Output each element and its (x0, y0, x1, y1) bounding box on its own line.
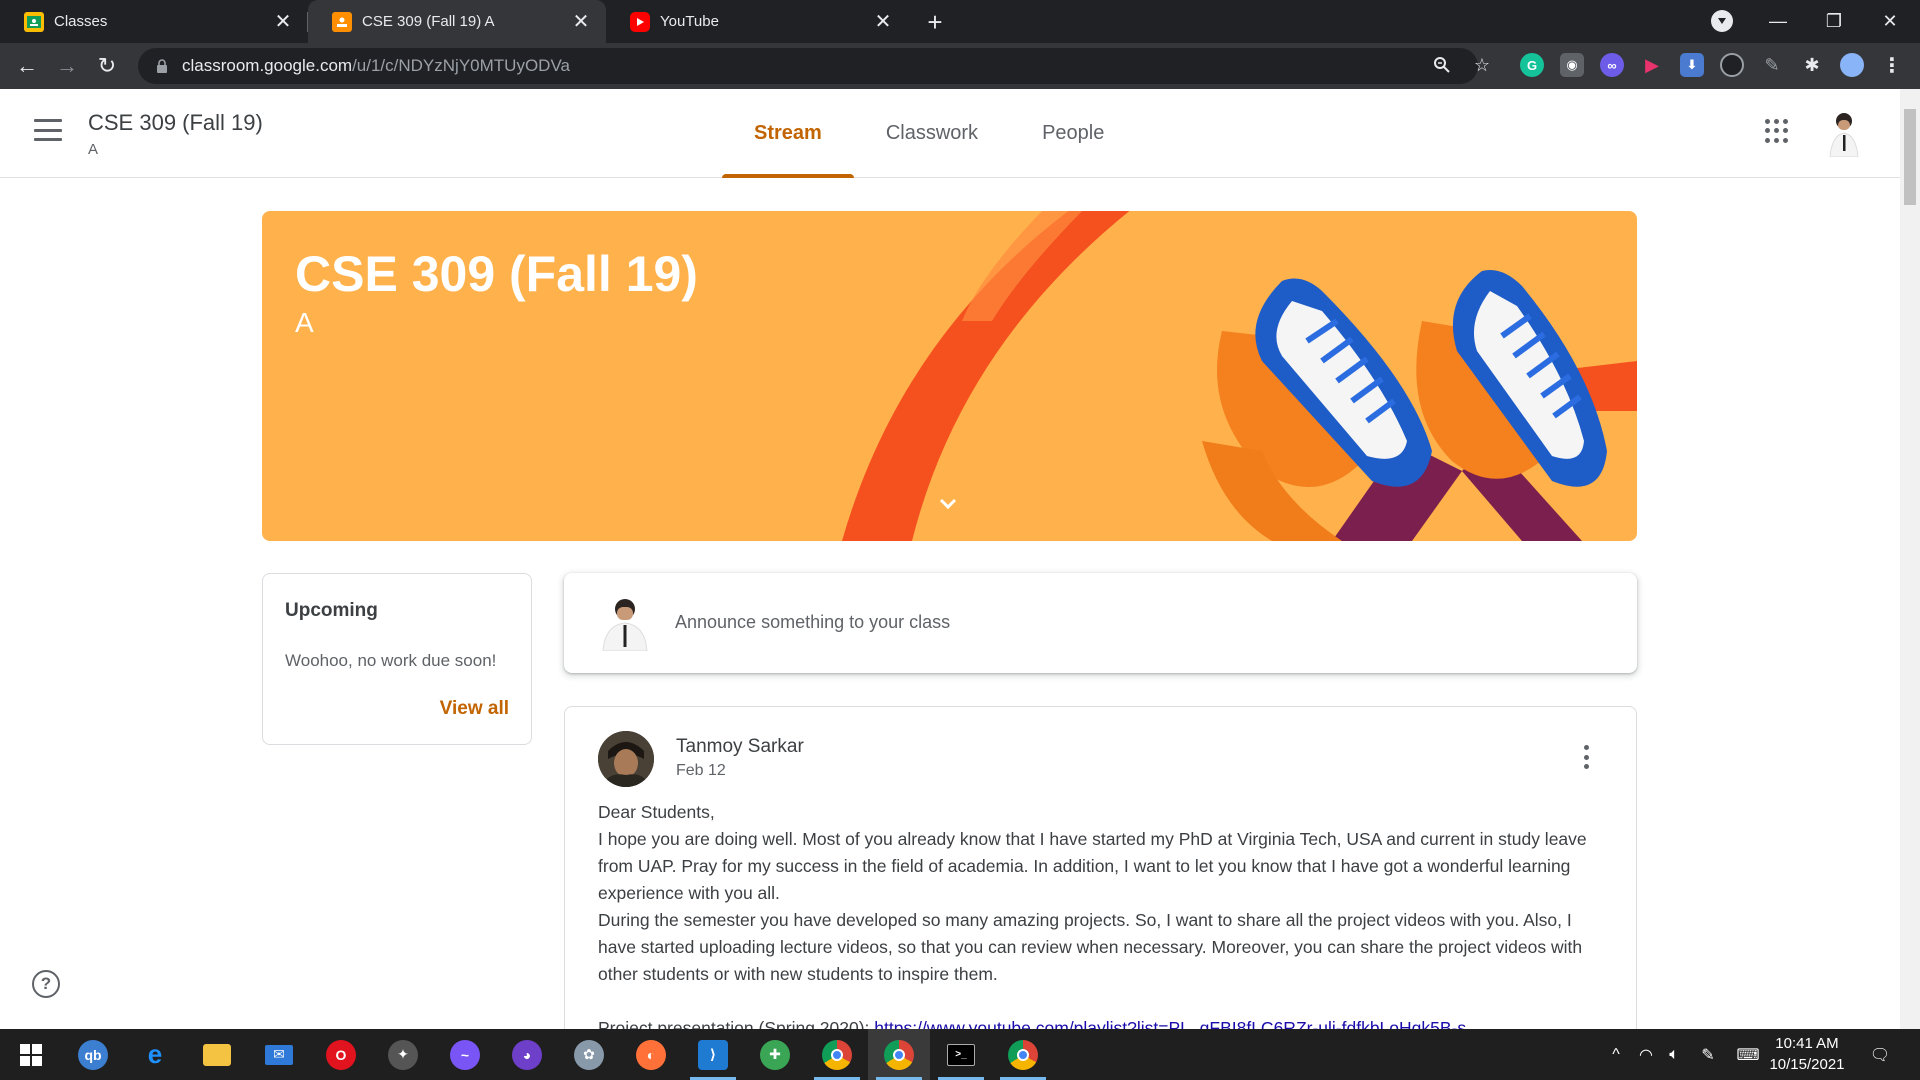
chevron-down-icon[interactable] (936, 491, 960, 515)
clock-time: 10:41 AM (1775, 1035, 1839, 1052)
browser-tab-cse309[interactable]: CSE 309 (Fall 19) A ✕ (308, 0, 606, 43)
post-date: Feb 12 (676, 762, 726, 779)
upcoming-card: Upcoming Woohoo, no work due soon! View … (262, 573, 532, 745)
zoom-icon[interactable] (1428, 51, 1456, 79)
pen-icon[interactable]: ✎ (1694, 1029, 1722, 1080)
qbittorrent-icon[interactable]: qb (62, 1029, 124, 1080)
messenger-icon[interactable]: ~ (434, 1029, 496, 1080)
banner-class-title: CSE 309 (Fall 19) (295, 246, 698, 302)
google-classroom-icon (332, 11, 352, 32)
help-icon[interactable]: ? (32, 970, 60, 998)
opera-icon[interactable]: O (310, 1029, 372, 1080)
new-tab-icon[interactable]: + (920, 7, 950, 37)
vscode-icon[interactable]: ⟩ (682, 1029, 744, 1080)
post-paragraph: I hope you are doing well. Most of you a… (598, 829, 1587, 903)
app-icon[interactable]: ✿ (558, 1029, 620, 1080)
reload-icon[interactable]: ↻ (92, 51, 122, 81)
camera-extension-icon[interactable]: ◉ (1560, 53, 1584, 77)
upcoming-empty-text: Woohoo, no work due soon! (285, 651, 497, 670)
download-extension-icon[interactable]: ⬇ (1680, 53, 1704, 77)
close-tab-icon[interactable]: ✕ (872, 11, 894, 33)
browser-tab-strip: Classes ✕ CSE 309 (Fall 19) A ✕ YouTube … (0, 0, 1920, 43)
app-icon[interactable]: ✦ (372, 1029, 434, 1080)
bookmark-star-icon[interactable]: ☆ (1468, 51, 1496, 79)
edge-icon[interactable]: e (124, 1029, 186, 1080)
account-avatar[interactable] (1822, 109, 1866, 158)
minimize-icon[interactable]: — (1750, 0, 1806, 43)
class-banner: CSE 309 (Fall 19) A (262, 211, 1637, 541)
chrome-icon[interactable] (868, 1029, 930, 1080)
url-path: /u/1/c/NDYzNjY0MTUyODVa (352, 56, 570, 75)
youtube-icon (630, 11, 650, 32)
tab-people[interactable]: People (1010, 89, 1136, 178)
chrome-icon[interactable] (806, 1029, 868, 1080)
post-author: Tanmoy Sarkar (676, 736, 804, 757)
browser-tab-classes[interactable]: Classes ✕ (0, 0, 308, 43)
extension-icon[interactable] (1720, 53, 1744, 77)
scrollbar-thumb[interactable] (1904, 109, 1916, 205)
forward-arrow-icon[interactable]: → (52, 51, 82, 81)
url-domain: classroom.google.com (182, 56, 353, 75)
lock-icon (152, 59, 172, 73)
class-title[interactable]: CSE 309 (Fall 19) (88, 110, 263, 136)
profile-avatar-icon[interactable] (1840, 53, 1864, 77)
keyboard-icon[interactable]: ⌨ (1732, 1029, 1764, 1080)
address-bar[interactable]: classroom.google.com/u/1/c/NDYzNjY0MTUyO… (138, 48, 1478, 84)
class-nav-tabs: Stream Classwork People (722, 89, 1136, 178)
window-close-icon[interactable]: ✕ (1862, 0, 1918, 43)
chrome-menu-icon[interactable]: ⋮ (1880, 53, 1904, 77)
github-icon[interactable]: ◕ (496, 1029, 558, 1080)
pen-extension-icon[interactable]: ✎ (1760, 53, 1784, 77)
wifi-icon[interactable]: ◠ (1632, 1029, 1660, 1080)
google-apps-icon[interactable] (1765, 119, 1789, 143)
terminal-icon[interactable]: >_ (930, 1029, 992, 1080)
classroom-header: CSE 309 (Fall 19) A Stream Classwork Peo… (0, 89, 1900, 178)
page-scrollbar[interactable] (1900, 89, 1920, 1029)
puzzle-extensions-icon[interactable]: ✱ (1800, 53, 1824, 77)
app-icon[interactable]: ✚ (744, 1029, 806, 1080)
tab-title: YouTube (660, 13, 719, 30)
chrome-icon[interactable] (992, 1029, 1054, 1080)
view-all-link[interactable]: View all (440, 698, 509, 720)
chevron-up-icon[interactable]: ^ (1604, 1029, 1628, 1080)
tab-title: CSE 309 (Fall 19) A (362, 13, 495, 30)
file-explorer-icon[interactable] (186, 1029, 248, 1080)
announce-placeholder[interactable]: Announce something to your class (675, 612, 950, 633)
tab-search-icon[interactable] (1711, 10, 1733, 32)
class-section: A (88, 141, 99, 158)
browser-tab-youtube[interactable]: YouTube ✕ (606, 0, 908, 43)
stream-post: Tanmoy Sarkar Feb 12 Dear Students, I ho… (564, 706, 1637, 1056)
user-avatar (597, 595, 653, 652)
upcoming-title: Upcoming (285, 600, 378, 621)
windows-taskbar: qb e ✉ O ✦ ~ ◕ ✿ ◐ ⟩ ✚ >_ ^ ◠ 🔈︎ ✎ ⌨ 10:… (0, 1029, 1920, 1080)
post-paragraph: During the semester you have developed s… (598, 910, 1583, 984)
notifications-icon[interactable]: 🗨︎ (1864, 1029, 1896, 1080)
url-text: classroom.google.com/u/1/c/NDYzNjY0MTUyO… (182, 56, 570, 76)
google-classroom-icon (24, 11, 44, 32)
banner-class-section: A (295, 307, 314, 338)
more-options-icon[interactable] (1584, 745, 1590, 769)
play-extension-icon[interactable]: ▶ (1640, 53, 1664, 77)
firefox-icon[interactable]: ◐ (620, 1029, 682, 1080)
tab-classwork[interactable]: Classwork (854, 89, 1010, 178)
tab-stream[interactable]: Stream (722, 89, 854, 178)
tab-title: Classes (54, 13, 108, 30)
main-menu-icon[interactable] (34, 119, 62, 141)
post-greeting: Dear Students, (598, 802, 715, 822)
announce-box[interactable]: Announce something to your class (564, 573, 1637, 673)
restore-icon[interactable]: ❐ (1806, 0, 1862, 43)
browser-toolbar: ← → ↻ classroom.google.com/u/1/c/NDYzNjY… (0, 43, 1920, 89)
close-tab-icon[interactable]: ✕ (272, 11, 294, 33)
clock-date: 10/15/2021 (1769, 1056, 1845, 1073)
mail-icon[interactable]: ✉ (248, 1029, 310, 1080)
close-tab-icon[interactable]: ✕ (570, 11, 592, 33)
author-avatar (598, 731, 654, 787)
windows-start-icon[interactable] (0, 1029, 62, 1080)
extension-icon[interactable]: ∞ (1600, 53, 1624, 77)
post-body: Dear Students, I hope you are doing well… (598, 799, 1608, 1042)
volume-icon[interactable]: 🔈︎ (1660, 1029, 1688, 1080)
grammarly-icon[interactable]: G (1520, 53, 1544, 77)
taskbar-clock[interactable]: 10:41 AM 10/15/2021 (1762, 1033, 1852, 1075)
back-arrow-icon[interactable]: ← (12, 51, 42, 81)
